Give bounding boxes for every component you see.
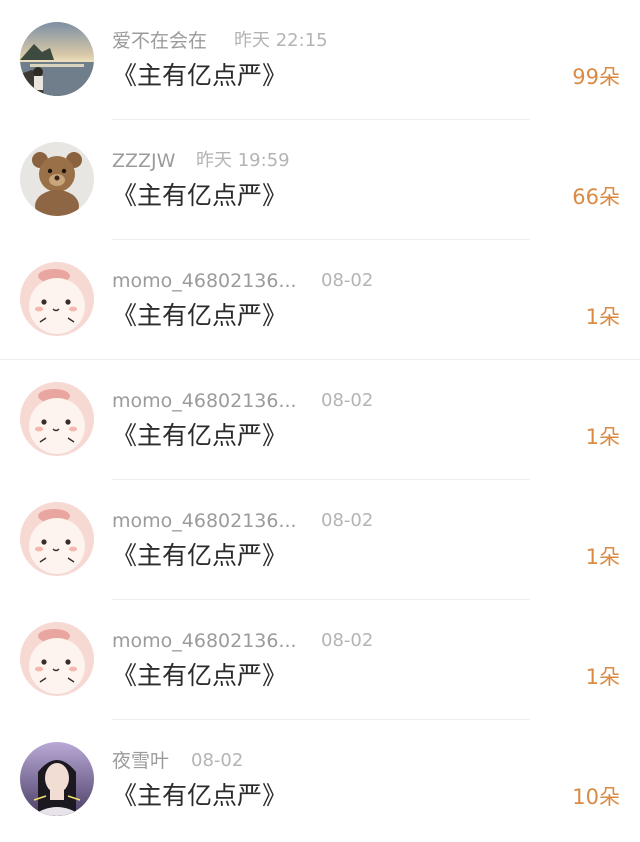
girl-portrait-avatar-icon[interactable] [20,742,94,816]
timestamp: 昨天 22:15 [234,30,328,51]
timestamp: 08-02 [321,390,374,411]
user-name[interactable]: momo_46802136... [112,266,297,296]
item-title[interactable]: 《主有亿点严》 [112,58,287,94]
flower-count: 1朵 [585,545,620,569]
flower-count: 10朵 [572,785,620,809]
timestamp: 08-02 [191,750,244,771]
teddy-bear-avatar-icon[interactable] [20,142,94,216]
pink-momo-avatar-icon[interactable] [20,262,94,336]
user-name[interactable]: momo_46802136... [112,626,297,656]
item-title[interactable]: 《主有亿点严》 [112,298,287,334]
timestamp: 08-02 [321,630,374,651]
list-item[interactable]: momo_46802136... 08-02 《主有亿点严》 1朵 [0,480,640,600]
gift-list: 爱不在会在 昨天 22:15 《主有亿点严》 99朵 ZZZJW 昨天 19:5… [0,0,640,842]
item-title[interactable]: 《主有亿点严》 [112,658,287,694]
timestamp: 08-02 [321,510,374,531]
flower-count: 1朵 [585,425,620,449]
flower-count: 99朵 [572,65,620,89]
user-name[interactable]: ZZZJW [112,146,175,176]
user-name[interactable]: momo_46802136... [112,386,297,416]
item-meta: momo_46802136... 08-02 [112,266,532,296]
list-item[interactable]: momo_46802136... 08-02 《主有亿点严》 1朵 [0,240,640,360]
list-item[interactable]: 夜雪叶 08-02 《主有亿点严》 10朵 [0,720,640,840]
flower-count: 1朵 [585,665,620,689]
item-title[interactable]: 《主有亿点严》 [112,778,287,814]
pink-momo-avatar-icon[interactable] [20,382,94,456]
list-item[interactable]: ZZZJW 昨天 19:59 《主有亿点严》 66朵 [0,120,640,240]
pink-momo-avatar-icon[interactable] [20,622,94,696]
item-title[interactable]: 《主有亿点严》 [112,178,287,214]
item-title[interactable]: 《主有亿点严》 [112,418,287,454]
list-item[interactable]: 爱不在会在 昨天 22:15 《主有亿点严》 99朵 [0,0,640,120]
flower-count: 66朵 [572,185,620,209]
item-meta: momo_46802136... 08-02 [112,506,532,536]
sunset-lake-avatar-icon[interactable] [20,22,94,96]
user-name[interactable]: momo_46802136... [112,506,297,536]
item-meta: momo_46802136... 08-02 [112,626,532,656]
item-meta: 夜雪叶 08-02 [112,746,532,776]
item-meta: ZZZJW 昨天 19:59 [112,146,532,176]
timestamp: 昨天 19:59 [196,150,290,171]
user-name[interactable]: 夜雪叶 [112,746,169,776]
list-item[interactable]: momo_46802136... 08-02 《主有亿点严》 1朵 [0,600,640,720]
user-name[interactable]: 爱不在会在 [112,26,207,56]
item-meta: momo_46802136... 08-02 [112,386,532,416]
item-title[interactable]: 《主有亿点严》 [112,538,287,574]
list-item[interactable]: momo_46802136... 08-02 《主有亿点严》 1朵 [0,360,640,480]
item-meta: 爱不在会在 昨天 22:15 [112,26,532,56]
flower-count: 1朵 [585,305,620,329]
timestamp: 08-02 [321,270,374,291]
pink-momo-avatar-icon[interactable] [20,502,94,576]
